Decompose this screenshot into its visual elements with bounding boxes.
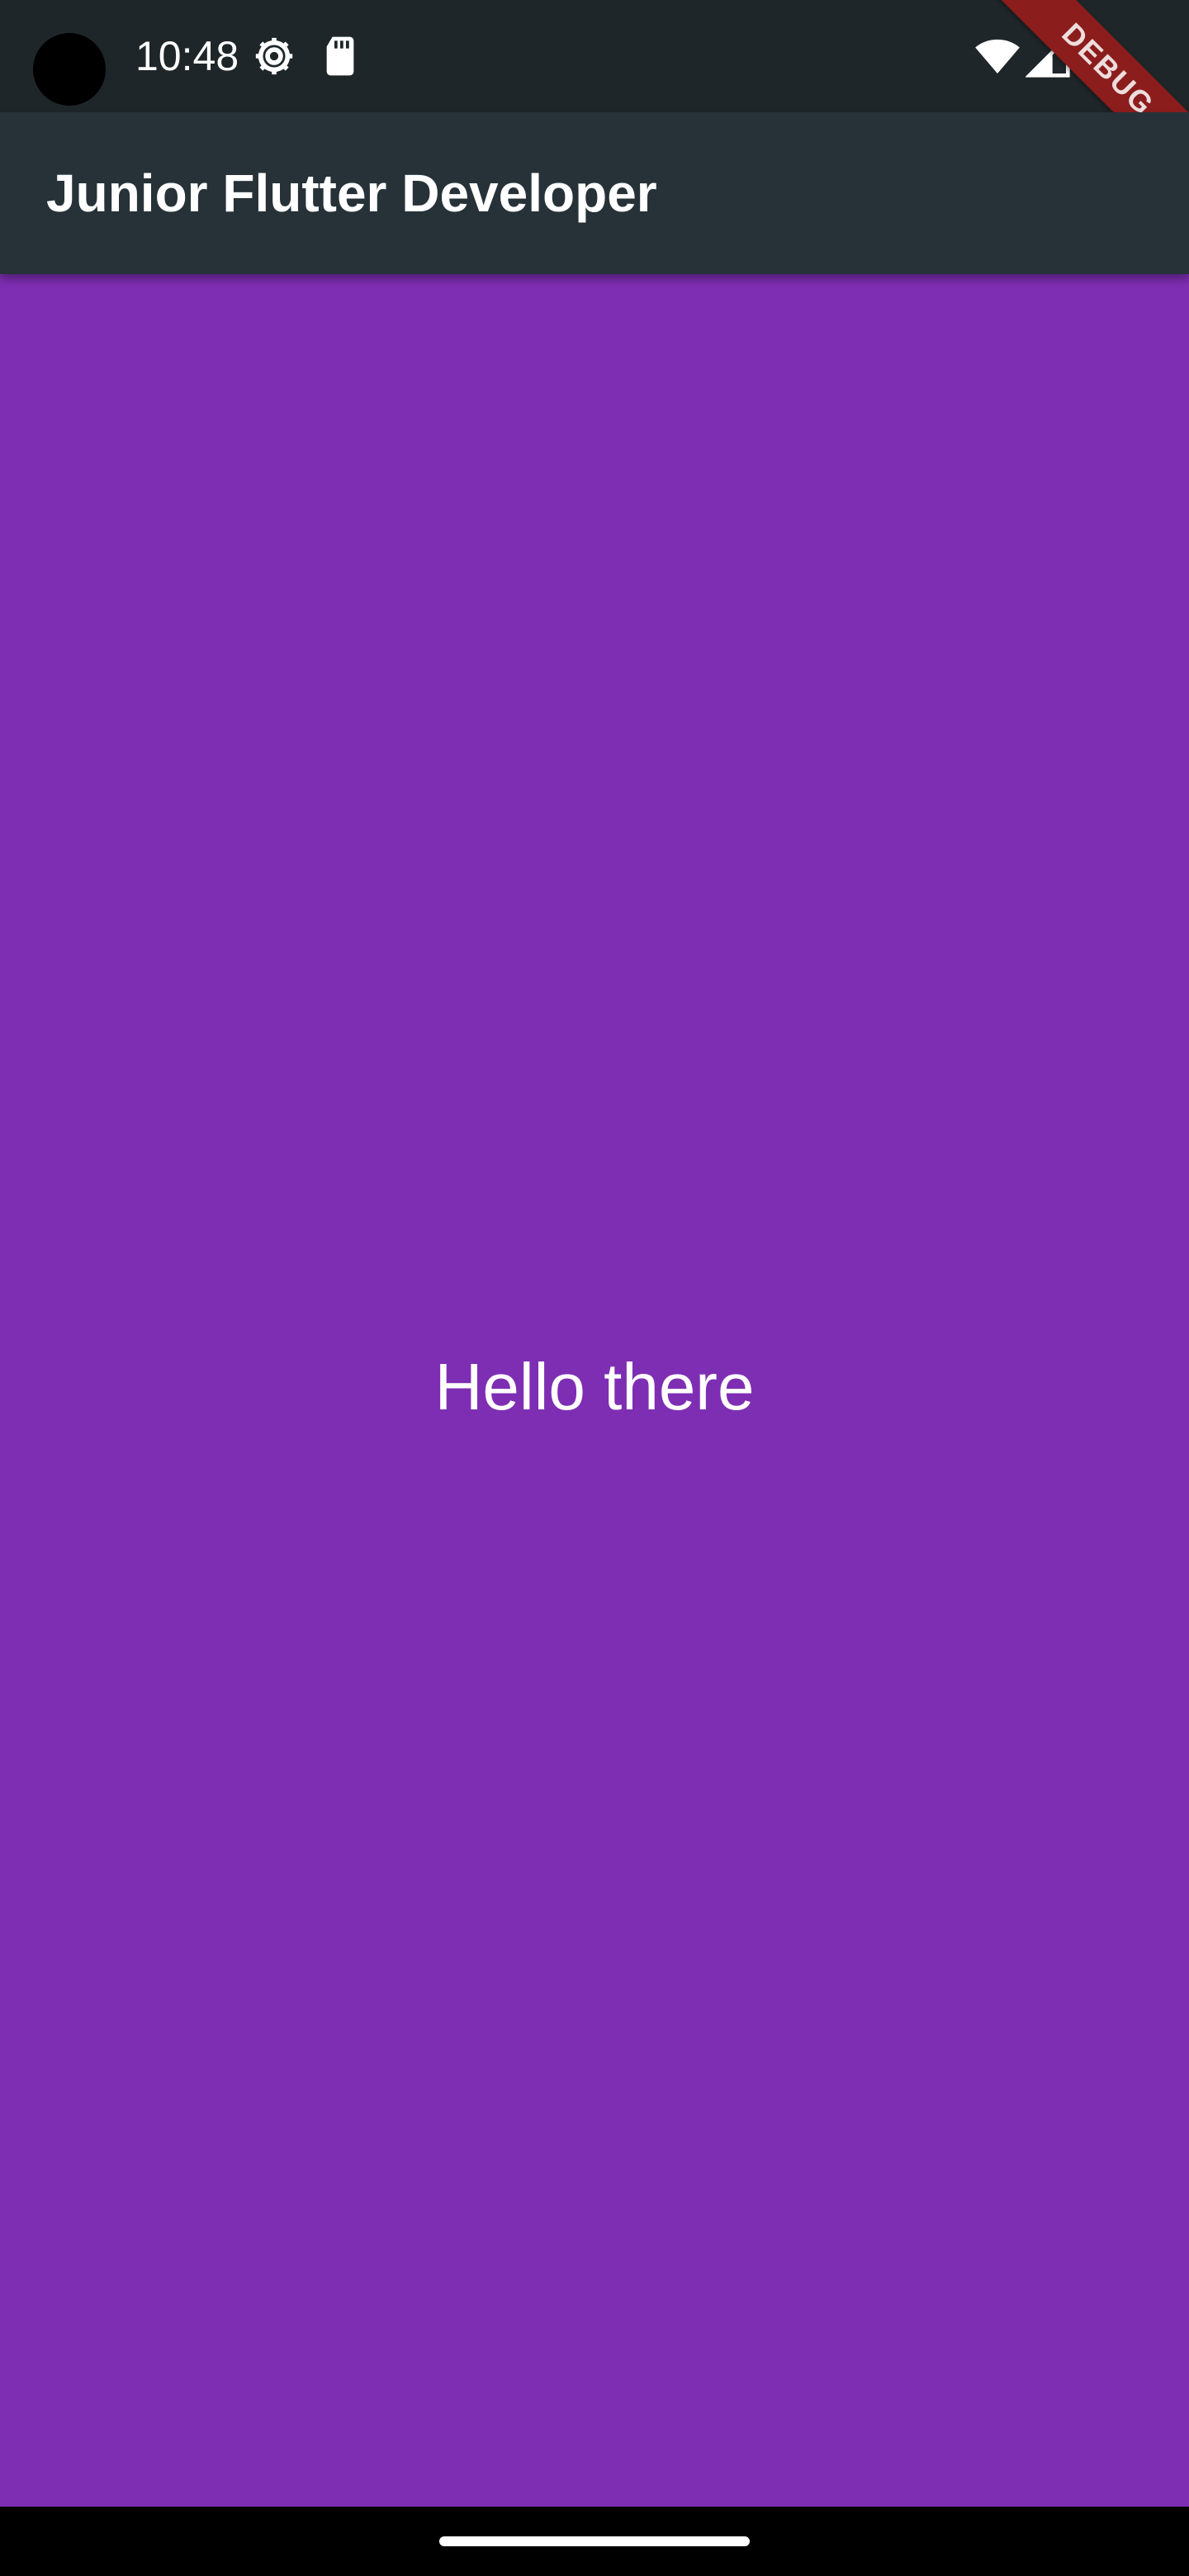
- wifi-icon: [974, 33, 1021, 79]
- camera-cutout: [33, 33, 106, 106]
- body-area: Hello there: [0, 274, 1189, 2507]
- status-bar: 10:48 DEBUG: [0, 0, 1189, 211]
- home-indicator[interactable]: [439, 2536, 750, 2546]
- hello-message: Hello there: [434, 1350, 755, 1423]
- app-bar-title: Junior Flutter Developer: [46, 163, 657, 223]
- sd-card-icon: [317, 33, 363, 79]
- app-screen: 10:48 DEBUG Junior Flutter Developer Hel…: [0, 0, 1189, 2576]
- app-bar: Junior Flutter Developer: [0, 112, 1189, 274]
- status-time: 10:48: [135, 33, 239, 79]
- gesture-navigation-bar: [0, 2507, 1189, 2576]
- settings-gear-icon: [251, 33, 297, 79]
